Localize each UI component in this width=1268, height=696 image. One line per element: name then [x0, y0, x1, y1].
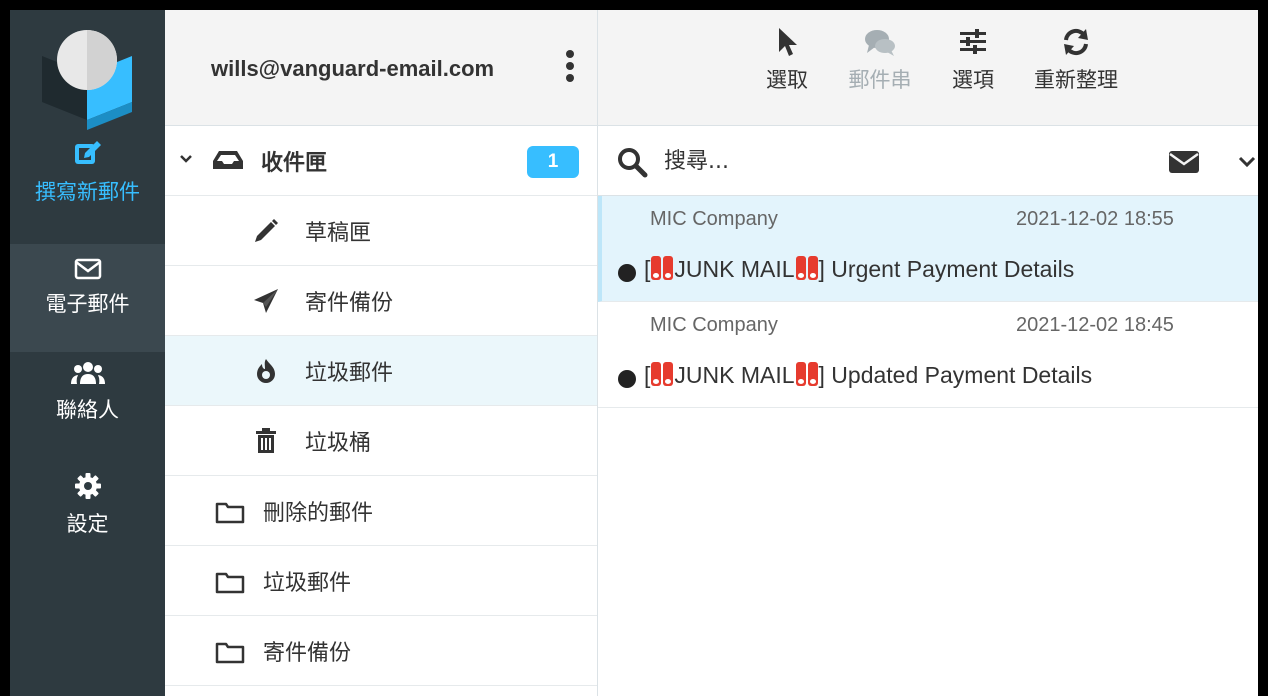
folder-item-inbox[interactable]: 收件匣 1 [165, 126, 597, 196]
folder-label: 草稿匣 [305, 221, 372, 246]
fire-icon [257, 359, 275, 383]
threads-button[interactable]: 郵件串 [842, 26, 918, 94]
message-date: 2021-12-02 18:45 [1016, 314, 1174, 336]
account-header: wills@vanguard-email.com [165, 10, 597, 126]
exclamation-icon [651, 256, 662, 280]
nav-settings[interactable]: 設定 [10, 472, 165, 572]
paper-plane-icon [254, 289, 278, 313]
folder-label: 刪除的郵件 [263, 501, 374, 526]
compose-button[interactable]: 撰寫新郵件 [10, 138, 165, 238]
account-menu-icon[interactable] [563, 50, 577, 86]
folder-item-drafts[interactable]: 草稿匣 [165, 196, 597, 266]
message-row[interactable]: MIC Company 2021-12-02 18:55 [JUNK MAIL]… [598, 196, 1258, 302]
gear-icon [74, 473, 101, 499]
chevron-down-icon[interactable] [1238, 156, 1256, 168]
mail-label: 電子郵件 [45, 292, 130, 316]
folder-item-spam[interactable]: 垃圾郵件 [165, 546, 597, 616]
contacts-label: 聯絡人 [56, 398, 119, 422]
exclamation-icon [795, 256, 806, 280]
main-navigation-rail: 撰寫新郵件 電子郵件 聯絡人 設定 [10, 10, 165, 696]
message-list-panel: 選取 郵件串 選項 重新整理 搜尋... MIC Company 2021-12… [598, 10, 1258, 696]
refresh-button[interactable]: 重新整理 [1024, 26, 1128, 94]
folder-item-sent[interactable]: 寄件備份 [165, 266, 597, 336]
folder-icon [215, 502, 245, 524]
options-button[interactable]: 選項 [944, 26, 1002, 94]
message-row[interactable]: MIC Company 2021-12-02 18:45 [JUNK MAIL]… [598, 302, 1258, 408]
refresh-label: 重新整理 [1034, 68, 1118, 92]
folder-item-sent-backup[interactable]: 寄件備份 [165, 616, 597, 686]
unread-count-badge: 1 [527, 146, 579, 178]
folder-label: 垃圾郵件 [263, 571, 352, 596]
sliders-icon [960, 29, 986, 54]
folder-label: 收件匣 [261, 151, 328, 176]
exclamation-icon [663, 256, 674, 280]
select-label: 選取 [766, 68, 808, 92]
select-button[interactable]: 選取 [758, 26, 816, 94]
search-input[interactable] [664, 144, 1144, 178]
exclamation-icon [807, 256, 818, 280]
inbox-icon [213, 151, 243, 169]
folder-icon [215, 642, 245, 664]
message-sender: MIC Company [650, 208, 778, 230]
message-subject: [JUNK MAIL] Updated Payment Details [644, 362, 1093, 388]
compose-icon [74, 141, 101, 164]
folder-item-trash[interactable]: 垃圾桶 [165, 406, 597, 476]
folder-item-junk[interactable]: 垃圾郵件 [165, 336, 597, 406]
folder-label: 垃圾桶 [305, 431, 372, 456]
compose-label: 撰寫新郵件 [35, 180, 140, 204]
folder-item-deleted[interactable]: 刪除的郵件 [165, 476, 597, 546]
chevron-down-icon[interactable] [179, 154, 193, 164]
exclamation-icon [807, 362, 818, 386]
message-sender: MIC Company [650, 314, 778, 336]
list-toolbar: 選取 郵件串 選項 重新整理 [598, 10, 1258, 126]
pencil-icon [255, 219, 278, 242]
message-subject: [JUNK MAIL] Urgent Payment Details [644, 256, 1075, 282]
settings-label: 設定 [66, 512, 109, 536]
folder-icon [215, 572, 245, 594]
trash-icon [256, 428, 276, 453]
search-icon[interactable] [616, 146, 648, 178]
users-icon [70, 362, 105, 384]
app-window: 撰寫新郵件 電子郵件 聯絡人 設定 wills@vanguard-email.c… [0, 0, 1268, 696]
search-bar [598, 126, 1258, 196]
threads-label: 郵件串 [848, 68, 912, 92]
pointer-icon [779, 28, 797, 56]
message-date: 2021-12-02 18:55 [1016, 208, 1174, 230]
nav-mail[interactable]: 電子郵件 [10, 244, 165, 352]
folder-label: 寄件備份 [263, 641, 352, 666]
refresh-icon [1064, 28, 1088, 56]
envelope-icon [74, 258, 101, 280]
comments-icon [865, 30, 895, 56]
envelope-icon[interactable] [1168, 150, 1200, 174]
folder-label: 寄件備份 [305, 291, 394, 316]
roundcube-logo[interactable] [32, 22, 142, 132]
folder-label: 垃圾郵件 [305, 361, 394, 386]
account-email: wills@vanguard-email.com [211, 56, 495, 81]
exclamation-icon [651, 362, 662, 386]
nav-contacts[interactable]: 聯絡人 [10, 360, 165, 460]
folder-panel: wills@vanguard-email.com 收件匣 1 草稿匣 寄件備份 … [165, 10, 598, 696]
exclamation-icon [795, 362, 806, 386]
exclamation-icon [663, 362, 674, 386]
options-label: 選項 [952, 68, 994, 92]
unread-dot-icon[interactable] [618, 370, 636, 388]
unread-dot-icon[interactable] [618, 264, 636, 282]
